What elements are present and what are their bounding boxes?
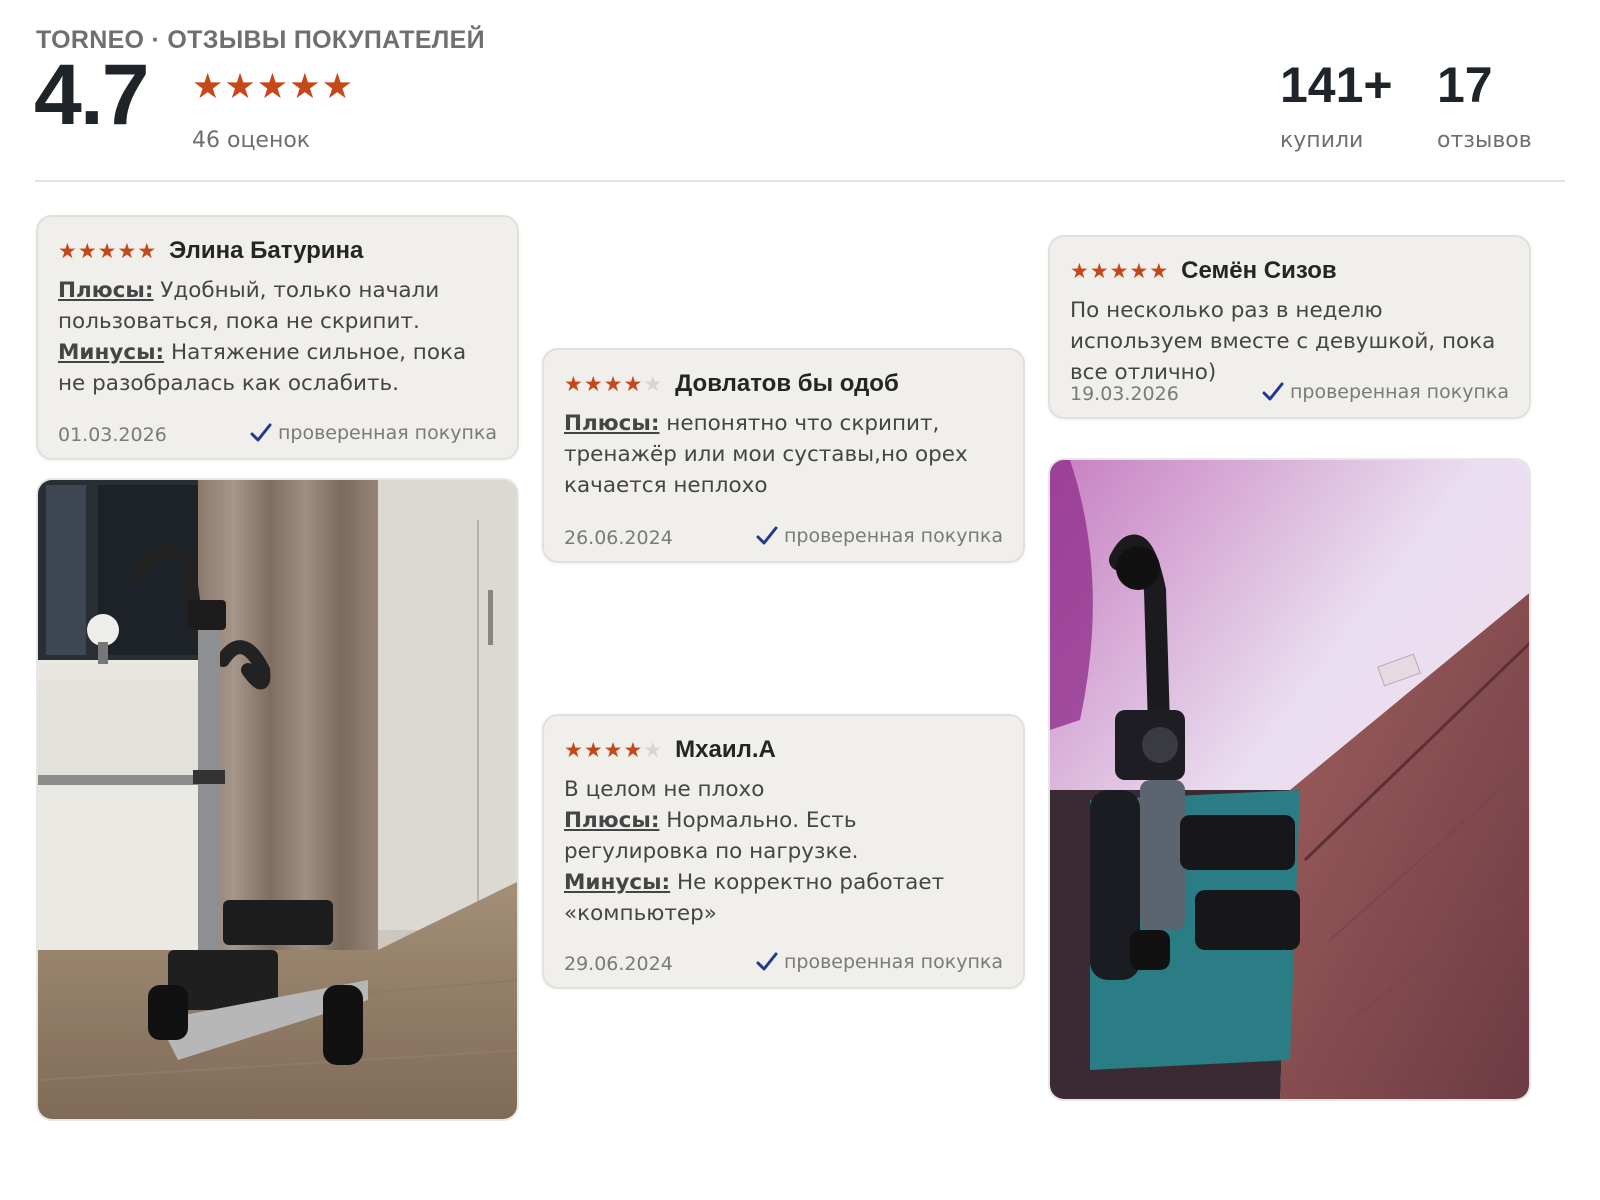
review-date: 26.06.2024 [564, 527, 673, 549]
verified-label: проверенная покупка [277, 422, 497, 444]
review-text: В целом не плохо [564, 777, 765, 802]
review-date: 19.03.2026 [1070, 383, 1179, 405]
stat-bought: 141+ купили [1280, 60, 1393, 153]
star-icon: ★ [256, 67, 289, 107]
pros-label: Плюсы: [58, 278, 154, 303]
review-header: ★ ★ ★ ★ ★ Довлатов бы одоб [564, 370, 899, 398]
review-body: Плюсы: Удобный, только начали пользовать… [58, 275, 499, 399]
star-icon: ★ [623, 371, 643, 396]
star-icon: ★ [1129, 258, 1149, 283]
rating-stars: ★★★★★ [192, 70, 354, 105]
review-author[interactable]: Элина Батурина [169, 237, 363, 265]
review-header: ★ ★ ★ ★ ★ Семён Сизов [1070, 257, 1337, 285]
review-body: Плюсы: непонятно что скрипит, тренажёр и… [564, 408, 1005, 501]
star-icon: ★ [192, 67, 224, 107]
review-author[interactable]: Довлатов бы одоб [675, 370, 899, 398]
verified-label: проверенная покупка [783, 525, 1003, 547]
star-icon: ★ [321, 67, 353, 107]
star-icon: ★ [1109, 258, 1129, 283]
star-icon: ★ [224, 67, 256, 107]
star-icon: ★ [603, 737, 623, 762]
star-icon: ★ [117, 238, 137, 263]
star-icon: ★ [1089, 258, 1109, 283]
stat-label: отзывов [1437, 128, 1532, 153]
review-date: 01.03.2026 [58, 424, 167, 446]
star-icon: ★ [643, 737, 663, 762]
review-card[interactable]: ★ ★ ★ ★ ★ Довлатов бы одоб Плюсы: непонятно … [542, 348, 1025, 563]
header-divider [35, 180, 1565, 182]
star-icon: ★ [97, 238, 117, 263]
review-photo[interactable] [1048, 458, 1531, 1101]
check-icon [756, 952, 778, 971]
star-icon: ★ [564, 737, 583, 762]
average-rating: 4.7 [34, 47, 150, 143]
check-icon [250, 423, 272, 442]
stepper-photo [38, 480, 517, 1119]
cons-label: Минусы: [58, 340, 165, 365]
review-photo[interactable] [36, 478, 519, 1121]
review-card[interactable]: ★ ★ ★ ★ ★ Семён Сизов По несколько раз в нед… [1048, 235, 1531, 419]
review-header: ★ ★ ★ ★ ★ Мхаил.А [564, 736, 776, 764]
star-icon: ★ [564, 371, 583, 396]
stat-label: купили [1280, 128, 1364, 153]
review-body: В целом не плохо Плюсы: Нормально. Есть … [564, 774, 1005, 929]
review-author[interactable]: Семён Сизов [1181, 257, 1336, 285]
check-icon [1262, 382, 1284, 401]
verified-badge: проверенная покупка [756, 525, 1003, 547]
verified-badge: проверенная покупка [756, 951, 1003, 973]
star-icon: ★ [643, 371, 663, 396]
star-icon: ★ [603, 371, 623, 396]
star-icon: ★ [58, 238, 77, 263]
pros-label: Плюсы: [564, 411, 660, 436]
star-icon: ★ [1070, 258, 1089, 283]
star-icon: ★ [77, 238, 97, 263]
verified-label: проверенная покупка [783, 951, 1003, 973]
review-date: 29.06.2024 [564, 953, 673, 975]
review-card[interactable]: ★ ★ ★ ★ ★ Элина Батурина Плюсы: Удобный, тол… [36, 215, 519, 460]
review-author[interactable]: Мхаил.А [675, 736, 776, 764]
verified-badge: проверенная покупка [250, 422, 497, 444]
verified-badge: проверенная покупка [1262, 381, 1509, 403]
rating-count: 46 оценок [192, 128, 311, 153]
review-card[interactable]: ★ ★ ★ ★ ★ Мхаил.А В целом не плохо Плюсы: Но… [542, 714, 1025, 989]
check-icon [756, 526, 778, 545]
star-icon: ★ [583, 371, 603, 396]
stepper-photo [1050, 460, 1529, 1099]
star-icon: ★ [289, 67, 321, 107]
stat-reviews: 17 отзывов [1437, 60, 1532, 153]
verified-label: проверенная покупка [1289, 381, 1509, 403]
review-text: По несколько раз в неделю используем вме… [1070, 298, 1496, 385]
star-icon: ★ [623, 737, 643, 762]
star-icon: ★ [583, 737, 603, 762]
star-icon: ★ [1149, 258, 1169, 283]
review-header: ★ ★ ★ ★ ★ Элина Батурина [58, 237, 363, 265]
star-icon: ★ [137, 238, 157, 263]
stat-value: 141+ [1280, 57, 1393, 113]
cons-label: Минусы: [564, 870, 671, 895]
stat-value: 17 [1437, 57, 1493, 113]
pros-label: Плюсы: [564, 808, 660, 833]
review-body: По несколько раз в неделю используем вме… [1070, 295, 1511, 388]
